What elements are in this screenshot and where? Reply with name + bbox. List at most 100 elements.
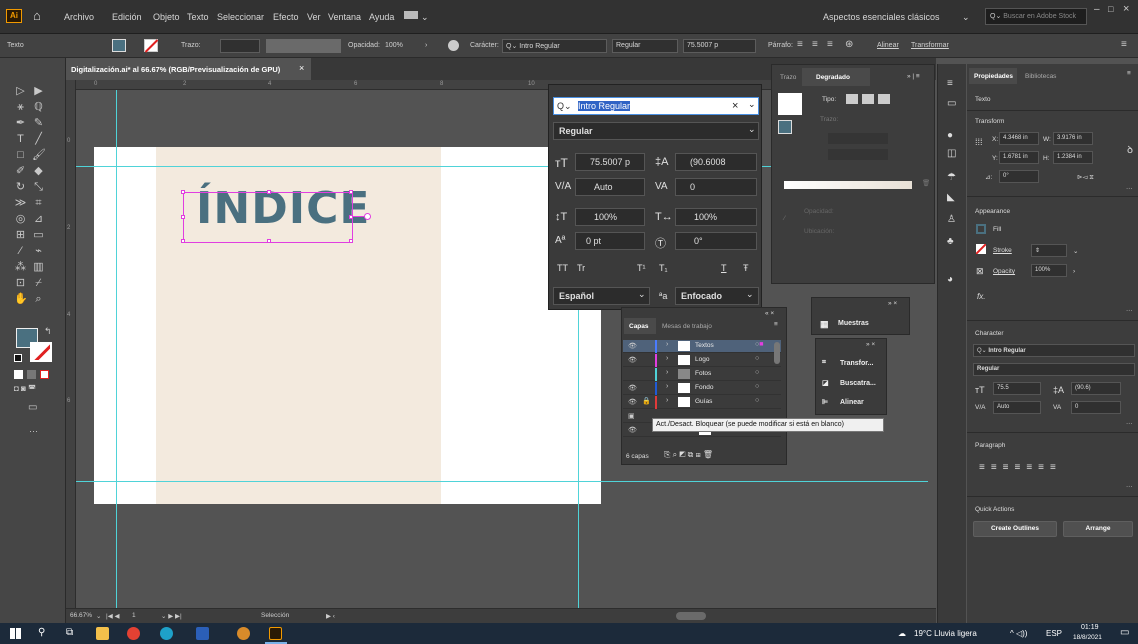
flip-icons[interactable]: ⊳◅ ⧖ [1077,173,1094,182]
expand-arrow-icon[interactable]: › [666,383,668,390]
stroke-color-swatch[interactable] [30,342,52,362]
resize-handle[interactable] [267,239,271,243]
task-view-icon[interactable]: ⧉ [66,627,73,638]
close-tab-icon[interactable]: × [299,63,304,73]
menu-seleccionar[interactable]: Seleccionar [217,12,264,22]
weather-icon[interactable]: ☁ [898,629,906,638]
expand-arrow-icon[interactable]: › [666,341,668,348]
arrange-button[interactable]: Arrange [1063,521,1133,537]
weather-text[interactable]: 19°C Lluvia ligera [914,629,977,638]
fill-label[interactable]: Fill [993,226,1001,233]
blend-tool-icon[interactable]: ⌁ [32,246,45,257]
chevron-right-icon[interactable]: › [1073,268,1075,275]
menu-edicion[interactable]: Edición [112,12,142,22]
height-field[interactable]: 1.2384 in [1053,151,1093,164]
line-tool-icon[interactable]: ╱ [32,134,45,145]
artboard-number[interactable]: 1 [132,612,136,619]
chevron-down-icon[interactable]: ⌄ [962,12,970,23]
target-icon[interactable]: ○■ [755,341,763,348]
target-icon[interactable]: ○ [755,383,759,390]
leading-field[interactable]: (90.6) [1071,382,1121,395]
menu-ayuda[interactable]: Ayuda [369,12,394,22]
mesh-tool-icon[interactable]: ⊞ [14,230,27,241]
superscript-button[interactable]: T¹ [637,263,646,273]
symbols-panel-icon[interactable]: ♙ [947,214,956,225]
layer-name[interactable]: Guías [695,398,712,405]
people-icon[interactable] [237,627,250,640]
free-transform-tool-icon[interactable]: ⌗ [32,198,45,209]
menu-ver[interactable]: Ver [307,12,321,22]
screen-mode-icon[interactable]: ▭ [28,402,37,413]
stroke-swatch[interactable] [144,39,159,53]
tracking-field[interactable]: 0 [675,178,757,196]
panel-menu-icon[interactable]: ≡ [774,321,778,328]
resize-handle[interactable] [349,239,353,243]
more-options-icon[interactable]: ··· [1126,185,1133,192]
font-family-field[interactable]: Q⌄ Intro Regular [502,39,607,53]
font-size-field[interactable]: 75.5 [993,382,1041,395]
type-tool-icon[interactable]: T [14,134,27,145]
properties-panel-icon[interactable]: ≡ [947,78,953,89]
linear-gradient-button[interactable] [846,94,858,104]
shape-builder-tool-icon[interactable]: ◎ [14,214,27,225]
close-button[interactable]: × [1123,3,1137,17]
horizontal-scrollbar-thumb[interactable] [676,612,706,620]
kerning-field[interactable]: Auto [575,178,645,196]
chevron-down-icon[interactable]: ⌄ [748,99,756,110]
graphic-styles-icon[interactable]: ◫ [947,148,956,159]
lasso-tool-icon[interactable]: ℚ [32,102,45,113]
stroke-weight-field[interactable]: ⇕ [1031,244,1067,257]
expand-arrow-icon[interactable]: › [666,369,668,376]
tab-artboards[interactable]: Mesas de trabajo [662,323,712,330]
swap-colors-icon[interactable]: ↰ [44,326,52,337]
layer-row[interactable]: 👁 › Textos ○■ [623,340,781,353]
slice-tool-icon[interactable]: ⌿ [32,278,45,289]
opacity-field[interactable]: 100% [1031,264,1067,277]
gradient-thumbnail[interactable] [778,93,802,115]
magic-wand-tool-icon[interactable]: ⚹ [14,102,27,113]
artboard-tool-icon[interactable]: ⊡ [14,278,27,289]
radial-gradient-button[interactable] [862,94,874,104]
rectangle-tool-icon[interactable]: □ [14,150,27,161]
more-options-icon[interactable]: ··· [1126,307,1133,314]
eyedropper-icon[interactable]: ⁄ [784,215,785,222]
pathfinder-label[interactable]: Buscatra... [840,380,876,387]
expand-arrow-icon[interactable]: › [666,355,668,362]
windows-start-icon[interactable] [10,628,21,639]
target-icon[interactable]: ○ [755,369,759,376]
language-field[interactable]: Español ⌄ [553,287,650,305]
chevron-down-icon[interactable]: ⌄ [421,12,429,23]
width-field[interactable]: 3.9176 in [1053,132,1093,145]
kerning-field[interactable]: Auto [993,401,1041,414]
panel-options-icon[interactable]: ≡ [1121,39,1127,50]
search-icon[interactable]: ⚲ [38,627,45,638]
gradient-slider[interactable] [784,181,912,189]
x-field[interactable]: 4.3468 in [999,132,1039,145]
shaper-tool-icon[interactable]: ✐ [14,166,27,177]
draw-mode-icons[interactable]: ◘ ◙ ◚ [14,384,36,393]
eye-icon[interactable]: 👁 [628,356,637,364]
freeform-gradient-button[interactable] [878,94,890,104]
edge-icon[interactable] [160,627,173,640]
leading-field[interactable]: (90.6008 [675,153,757,171]
fill-stroke-swatch[interactable] [778,120,792,134]
menu-archivo[interactable]: Archivo [64,12,94,22]
align-icon[interactable]: ⊫ [822,398,828,406]
align-center-icon[interactable]: ≡ [812,39,818,50]
tracking-field[interactable]: 0 [1071,401,1121,414]
illustrator-taskbar-icon[interactable] [269,627,282,640]
paragraph-align-icons[interactable]: ≡≡≡≡≡≡≡ [979,462,1062,473]
layer-row[interactable]: 👁 › Fondo ○ [623,382,781,395]
document-tab[interactable]: Digitalización.ai* al 66.67% (RGB/Previs… [66,58,311,80]
color-panel-icon[interactable]: ☂ [947,172,956,183]
align-right-icon[interactable]: ≡ [827,39,833,50]
text-overflow-port[interactable] [364,213,371,220]
arrange-documents-icon[interactable] [404,11,418,19]
resize-handle[interactable] [181,215,185,219]
layer-name[interactable]: Textos [695,342,714,349]
create-outlines-button[interactable]: Create Outlines [973,521,1057,537]
clock-time[interactable]: 01:19 [1081,624,1099,631]
color-guide-icon[interactable]: ◣ [947,192,955,203]
tab-gradient[interactable]: Degradado [802,68,870,86]
word-icon[interactable] [196,627,209,640]
